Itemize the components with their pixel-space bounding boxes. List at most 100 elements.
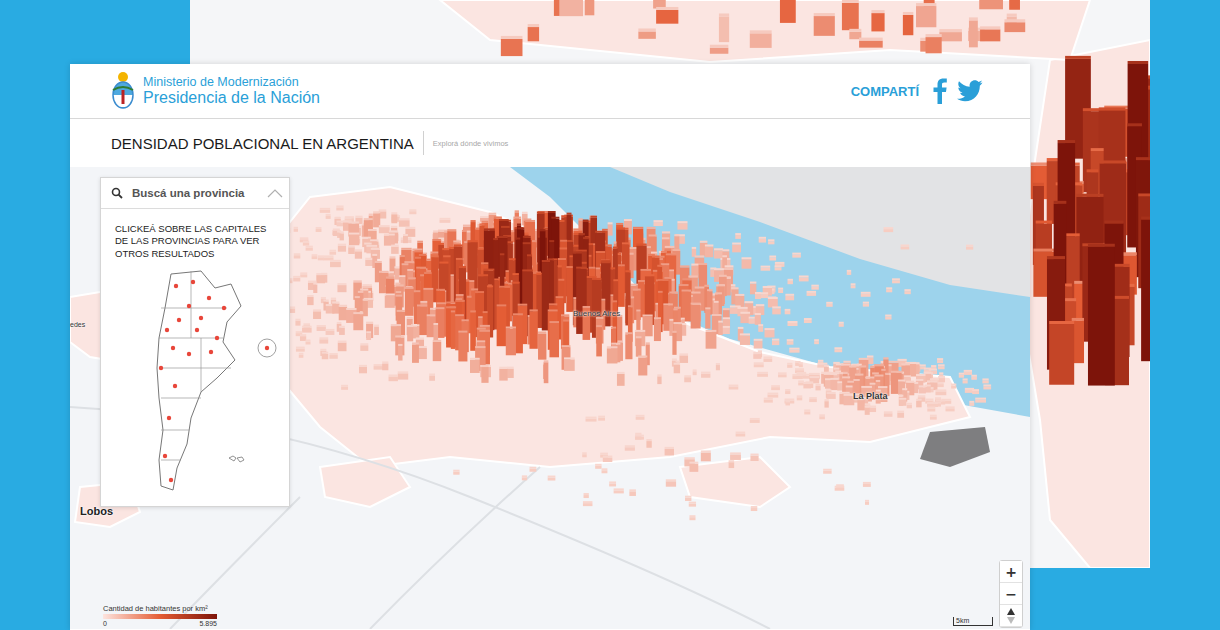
density-bar: [665, 447, 674, 455]
density-bar: [979, 0, 1003, 9]
density-bar: [501, 36, 523, 56]
compass-button[interactable]: [1000, 605, 1022, 627]
capital-dot[interactable]: [191, 280, 195, 284]
density-bar: [355, 249, 362, 258]
brand[interactable]: Ministerio de ModernizaciónPresidencia d…: [111, 70, 320, 112]
page-subtitle: Explorá dónde vivimos: [433, 139, 508, 148]
capital-dot[interactable]: [207, 296, 211, 300]
density-bar: [398, 344, 402, 361]
density-bar: [729, 460, 735, 468]
capital-dot[interactable]: [174, 284, 178, 288]
density-bar: [964, 370, 972, 375]
density-bar: [768, 393, 779, 398]
zoom-controls: +−: [999, 560, 1023, 628]
density-bar: [549, 321, 559, 357]
density-bar: [584, 493, 589, 498]
density-bar: [863, 482, 871, 487]
density-bar: [363, 299, 368, 316]
density-bar: [778, 288, 783, 293]
capital-dot[interactable]: [177, 318, 181, 322]
capital-dot[interactable]: [163, 454, 167, 458]
scale-bar: 5km: [953, 617, 993, 626]
density-bar: [295, 319, 300, 326]
density-bar: [348, 245, 355, 254]
map[interactable]: Buenos AiresLa PlataLobosedesBuscá una p…: [70, 167, 1030, 630]
density-bar: [780, 0, 796, 23]
density-bar: [758, 324, 763, 332]
density-bar: [306, 246, 313, 251]
density-bar: [775, 265, 782, 270]
density-bar: [761, 266, 771, 271]
density-bar: [1088, 244, 1115, 386]
province-search[interactable]: Buscá una provincia: [101, 178, 289, 209]
density-bar: [440, 218, 451, 223]
density-bar: [938, 364, 945, 369]
capital-dot[interactable]: [209, 350, 213, 354]
density-bar: [899, 398, 906, 406]
capital-dot[interactable]: [222, 306, 226, 310]
density-bar: [538, 331, 546, 359]
density-bar: [332, 301, 339, 313]
density-bar: [337, 283, 346, 292]
density-bar: [799, 275, 809, 281]
capital-dot[interactable]: [167, 416, 171, 420]
capital-dot[interactable]: [171, 346, 175, 350]
density-bar: [768, 297, 778, 307]
density-bar: [433, 340, 441, 361]
map-label: Buenos Aires: [573, 309, 620, 318]
capital-dot[interactable]: [195, 328, 199, 332]
density-bar: [729, 385, 739, 390]
density-bar: [803, 382, 811, 389]
zoom-button[interactable]: +: [1000, 561, 1022, 583]
density-bar: [654, 317, 661, 341]
chevron-up-icon[interactable]: [267, 188, 283, 198]
capital-dot[interactable]: [187, 352, 191, 356]
capital-dot[interactable]: [159, 366, 163, 370]
density-bar: [969, 17, 978, 47]
density-bar: [705, 244, 713, 257]
density-bar: [374, 364, 384, 370]
capital-dot[interactable]: [173, 384, 177, 388]
density-bar: [293, 276, 300, 282]
density-bar: [685, 496, 691, 501]
facebook-icon[interactable]: [933, 78, 947, 104]
density-bar: [638, 28, 656, 38]
density-bar: [946, 406, 955, 411]
density-bar: [861, 292, 871, 297]
density-bar: [823, 469, 831, 474]
density-bar: [904, 289, 910, 294]
density-bar: [336, 205, 343, 210]
density-bar: [300, 272, 307, 277]
density-bar: [530, 467, 537, 472]
density-bar: [625, 445, 635, 451]
capital-dot[interactable]: [199, 316, 203, 320]
density-bar: [969, 401, 974, 406]
density-bar: [617, 315, 623, 343]
density-bar: [379, 225, 390, 233]
density-bar: [319, 337, 328, 343]
density-bar: [792, 253, 801, 258]
density-bar: [871, 10, 884, 31]
density-bar: [886, 287, 892, 292]
density-bar: [617, 372, 625, 386]
capital-inset[interactable]: [258, 339, 276, 357]
legend-min: 0: [103, 620, 107, 627]
capital-dot[interactable]: [165, 328, 169, 332]
argentina-minimap[interactable]: [131, 268, 281, 498]
density-bar: [982, 378, 988, 383]
density-bar: [814, 13, 835, 36]
density-bar: [453, 470, 459, 475]
density-bar: [763, 356, 772, 361]
capital-dot[interactable]: [169, 478, 173, 482]
density-bar: [785, 309, 791, 314]
zoom-button[interactable]: −: [1000, 583, 1022, 605]
density-bar: [826, 302, 832, 307]
capital-dot[interactable]: [187, 304, 191, 308]
capital-dot[interactable]: [215, 336, 219, 340]
density-bar: [841, 364, 850, 381]
twitter-icon[interactable]: [957, 80, 983, 102]
density-bar: [672, 331, 676, 355]
density-bar: [865, 406, 870, 415]
panel-instructions: CLICKEÁ SOBRE LAS CAPITALES DE LAS PROVI…: [115, 223, 277, 260]
density-bar: [359, 365, 367, 373]
